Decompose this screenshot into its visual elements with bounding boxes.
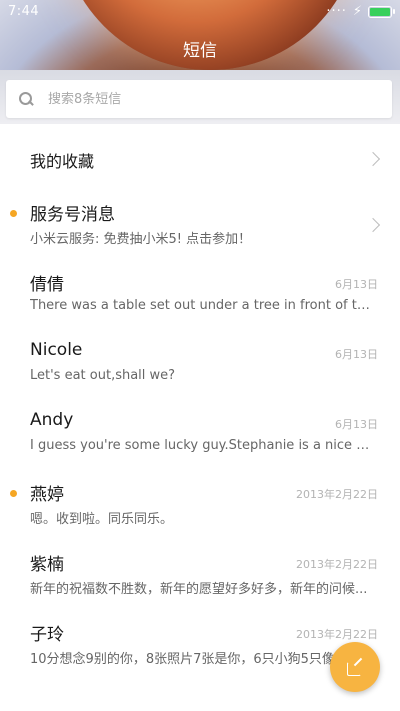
conversation-row[interactable]: 倩倩 6月13日 There was a table set out under a… <box>0 264 400 334</box>
conversation-date: 2013年2月22日 <box>296 488 378 501</box>
conversation-date: 6月13日 <box>335 278 378 291</box>
compose-icon <box>347 657 363 676</box>
conversation-preview: 小米云服务: 免费抽小米5! 点击参加！ <box>30 232 252 247</box>
conversation-name: 燕婷 <box>30 485 64 505</box>
charging-icon: ⚡ <box>352 4 362 19</box>
favorites-row[interactable]: 我的收藏 <box>0 124 400 194</box>
conversation-name: Nicole <box>30 340 83 360</box>
search-bar[interactable] <box>6 80 392 118</box>
chevron-right-icon <box>365 151 381 167</box>
conversation-date: 2013年2月22日 <box>296 558 378 571</box>
conversation-row[interactable]: 燕婷 2013年2月22日嗯。收到啦。同乐同乐。 <box>0 474 400 544</box>
conversation-name: 子玲 <box>30 625 64 645</box>
conversation-row[interactable]: 服务号消息小米云服务: 免费抽小米5! 点击参加！ <box>0 194 400 264</box>
compose-button[interactable] <box>330 642 380 692</box>
conversation-date: 2013年2月22日 <box>296 628 378 641</box>
conversation-list: 我的收藏 服务号消息小米云服务: 免费抽小米5! 点击参加！ 倩倩 6月13日 The… <box>0 124 400 684</box>
conversation-preview: I guess you're some lucky guy.Stephanie … <box>30 438 375 453</box>
conversation-preview: 10分想念9别的你，8张照片7张是你，6只小狗5只像你 <box>30 652 348 667</box>
signal-icon: ···· <box>326 4 347 19</box>
conversation-preview: Let's eat out,shall we? <box>30 368 176 383</box>
conversation-row[interactable]: Nicole 6月13日 Let's eat out,shall we? <box>0 334 400 404</box>
status-time: 7:44 <box>8 4 40 19</box>
conversation-name: 紫楠 <box>30 555 64 575</box>
conversation-preview: 嗯。收到啦。同乐同乐。 <box>30 512 174 527</box>
conversation-date: 6月13日 <box>335 348 378 361</box>
conversation-name: Andy <box>30 410 74 430</box>
unread-dot-icon <box>10 490 17 497</box>
status-bar: 7:44 ···· ⚡ <box>0 0 400 24</box>
conversation-preview: There was a table set out under a tree i… <box>30 298 375 313</box>
conversation-row[interactable]: Andy 6月13日 I guess you're some lucky guy.S… <box>0 404 400 474</box>
status-icons: ···· ⚡ <box>326 4 395 19</box>
favorites-label: 我的收藏 <box>30 152 95 171</box>
battery-icon <box>368 5 395 18</box>
page-title: 短信 <box>183 41 217 61</box>
conversation-name: 服务号消息 <box>30 205 115 225</box>
conversation-row[interactable]: 紫楠 2013年2月22日新年的祝福数不胜数，新年的愿望好多好多，新年的问候... <box>0 544 400 614</box>
unread-dot-icon <box>10 210 17 217</box>
conversation-name: 倩倩 <box>30 275 64 295</box>
search-input[interactable] <box>46 90 350 108</box>
search-icon <box>18 91 34 107</box>
conversation-preview: 新年的祝福数不胜数，新年的愿望好多好多，新年的问候... <box>30 582 368 597</box>
conversation-date: 6月13日 <box>335 418 378 431</box>
